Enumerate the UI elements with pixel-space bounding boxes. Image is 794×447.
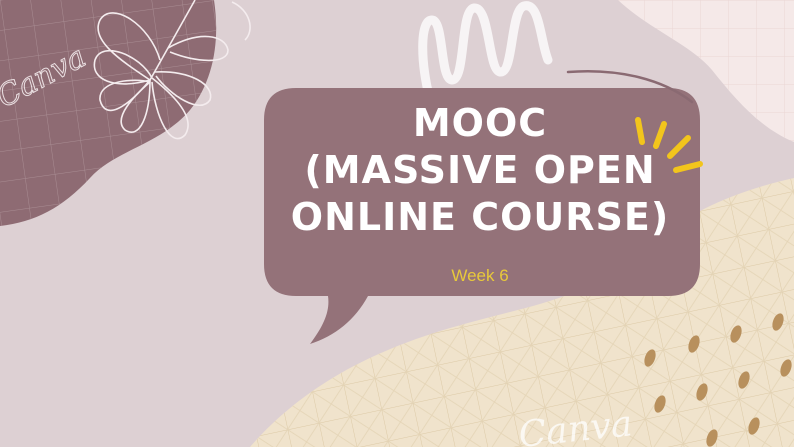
- title-line: MOOC: [412, 101, 548, 145]
- slide-title: MOOC (MASSIVE OPEN ONLINE COURSE): [262, 100, 698, 241]
- slide: Canva Canva MOOC (MASSIVE OPEN ONLINE CO…: [0, 0, 794, 447]
- title-line: ONLINE COURSE): [290, 195, 670, 239]
- slide-subtitle: Week 6: [451, 266, 509, 285]
- squiggle-icon: [418, 1, 553, 105]
- dark-blob: [0, 0, 217, 226]
- title-line: (MASSIVE OPEN: [304, 148, 656, 192]
